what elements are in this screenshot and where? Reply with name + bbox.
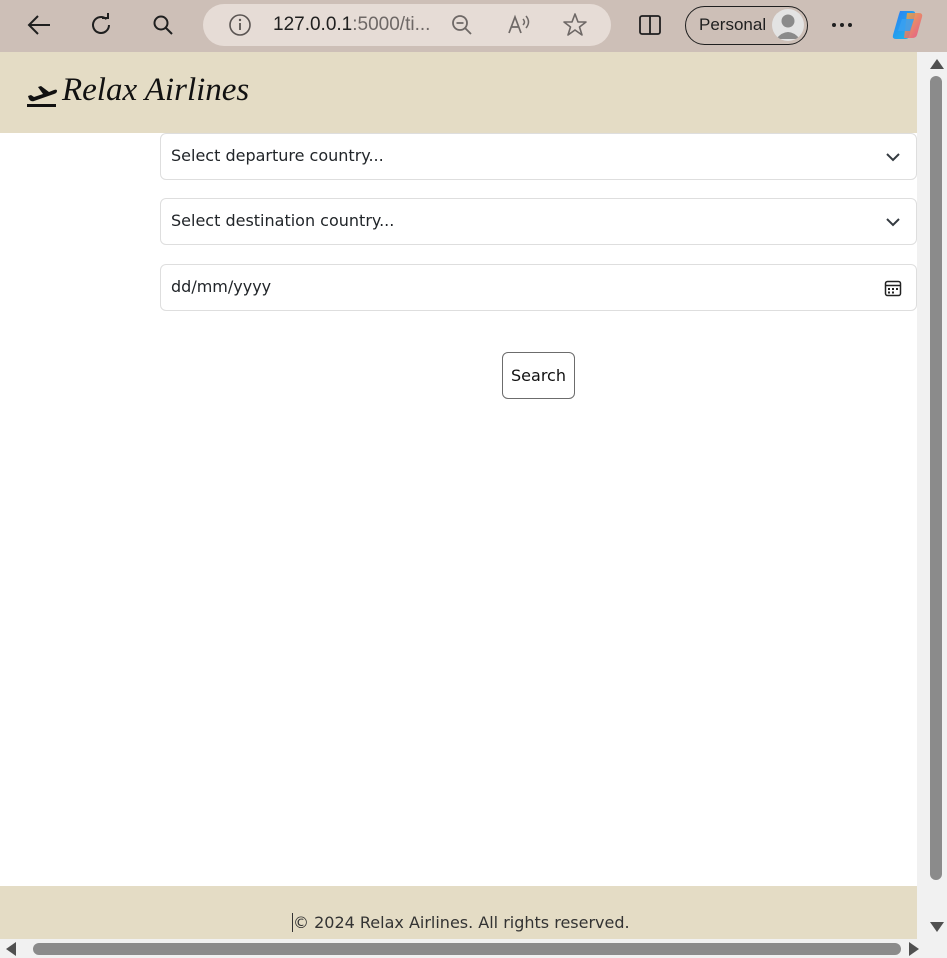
date-input-placeholder: dd/mm/yyyy	[171, 277, 272, 296]
scroll-up-arrow-icon[interactable]	[930, 59, 944, 69]
url-text[interactable]: 127.0.0.1:5000/ti...	[273, 14, 430, 36]
star-icon[interactable]	[562, 12, 588, 38]
scroll-left-arrow-icon[interactable]	[6, 942, 16, 956]
site-footer: © 2024 Relax Airlines. All rights reserv…	[0, 886, 917, 940]
copilot-icon[interactable]	[888, 6, 928, 44]
profile-label: Personal	[699, 15, 767, 34]
profile-button[interactable]: Personal	[685, 6, 808, 45]
refresh-icon[interactable]	[81, 6, 121, 44]
zoom-out-icon[interactable]	[449, 12, 475, 38]
departure-select-value: Select departure country...	[171, 146, 384, 165]
brand-title[interactable]: Relax Airlines	[62, 72, 249, 109]
destination-select-value: Select destination country...	[171, 211, 395, 230]
site-header: Relax Airlines	[0, 52, 917, 133]
horizontal-scroll-thumb[interactable]	[33, 943, 901, 955]
address-bar[interactable]: 127.0.0.1:5000/ti...	[203, 4, 611, 46]
scroll-right-arrow-icon[interactable]	[909, 942, 919, 956]
vertical-scrollbar[interactable]	[917, 52, 947, 939]
calendar-icon[interactable]	[884, 279, 902, 297]
info-icon[interactable]	[227, 12, 253, 38]
date-input[interactable]: dd/mm/yyyy	[160, 264, 917, 311]
browser-toolbar: 127.0.0.1:5000/ti... Personal	[0, 0, 947, 52]
destination-select[interactable]: Select destination country...	[160, 198, 917, 245]
plane-departure-icon	[26, 84, 58, 108]
chevron-down-icon	[884, 148, 902, 166]
departure-select[interactable]: Select departure country...	[160, 133, 917, 180]
chevron-down-icon	[884, 213, 902, 231]
more-dots-icon[interactable]	[822, 6, 862, 44]
scroll-down-arrow-icon[interactable]	[930, 922, 944, 932]
vertical-scroll-thumb[interactable]	[930, 76, 942, 880]
horizontal-scrollbar[interactable]	[0, 939, 947, 958]
read-aloud-icon[interactable]	[506, 12, 532, 38]
search-icon[interactable]	[143, 6, 183, 44]
search-button[interactable]: Search	[502, 352, 575, 399]
split-screen-icon[interactable]	[630, 6, 670, 44]
copyright-text: © 2024 Relax Airlines. All rights reserv…	[292, 913, 630, 932]
avatar	[772, 9, 804, 41]
back-arrow-icon[interactable]	[19, 6, 59, 44]
